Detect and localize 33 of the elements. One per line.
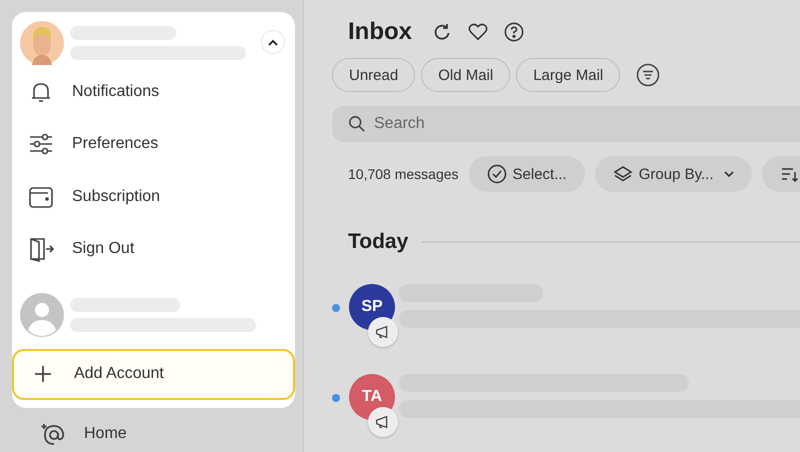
avatar bbox=[20, 292, 64, 337]
chevron-down-icon bbox=[724, 171, 734, 177]
group-by-button[interactable]: Group By... bbox=[594, 156, 752, 192]
message-row[interactable]: SP bbox=[332, 254, 800, 344]
inbox-title: Inbox bbox=[348, 18, 412, 46]
menu-item[interactable]: Subscription bbox=[12, 170, 295, 223]
menu-item[interactable]: Preferences bbox=[12, 118, 295, 170]
at-sign-icon bbox=[40, 421, 66, 447]
chevron-up-icon bbox=[268, 38, 278, 46]
menu-item[interactable]: Notifications bbox=[12, 65, 295, 118]
door-exit-icon bbox=[28, 236, 54, 262]
sidebar-item[interactable]: Home bbox=[12, 408, 303, 452]
search-icon bbox=[348, 115, 366, 133]
heart-icon[interactable] bbox=[468, 22, 488, 42]
filter-chip[interactable]: Unread bbox=[332, 58, 416, 92]
filter-icon[interactable] bbox=[636, 63, 660, 87]
select-button[interactable]: Select... bbox=[468, 156, 585, 192]
filter-chip[interactable]: Large Mail bbox=[516, 58, 620, 92]
message-row[interactable]: TA bbox=[332, 344, 800, 434]
menu-item[interactable]: Sign Out bbox=[12, 222, 295, 276]
layers-icon bbox=[612, 164, 633, 184]
message-count: 10,708 messages bbox=[348, 166, 459, 182]
add-account-item[interactable]: Add Account bbox=[12, 348, 295, 400]
megaphone-icon bbox=[368, 407, 398, 437]
filter-chip[interactable]: Old Mail bbox=[421, 58, 510, 92]
megaphone-icon bbox=[368, 317, 398, 347]
search-field[interactable]: Search bbox=[332, 106, 800, 142]
section-heading: Today bbox=[348, 230, 408, 254]
avatar bbox=[20, 20, 64, 65]
check-circle-icon bbox=[486, 164, 507, 184]
refresh-icon[interactable] bbox=[432, 22, 452, 42]
collapse-button[interactable] bbox=[261, 30, 285, 54]
help-icon[interactable] bbox=[504, 22, 524, 42]
